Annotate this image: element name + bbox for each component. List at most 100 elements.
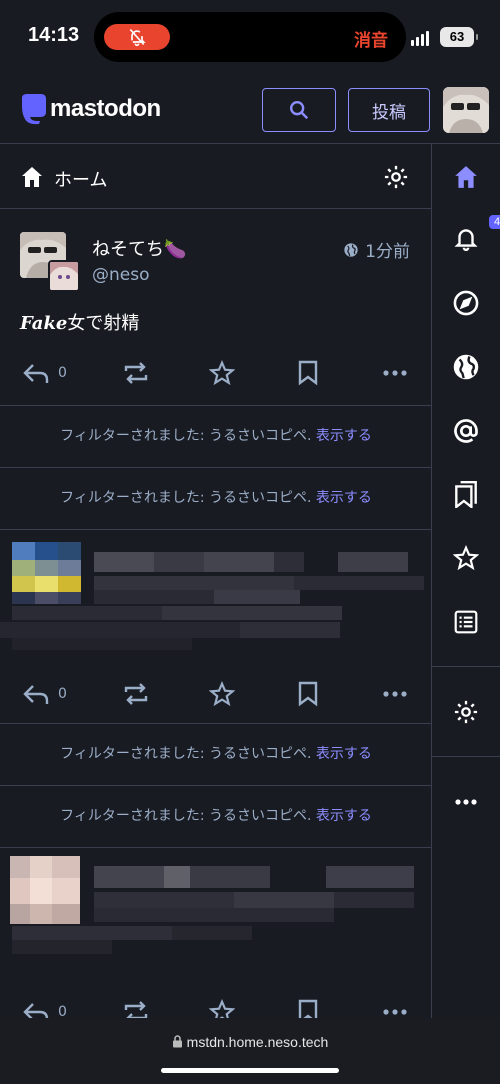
nav-bookmarks[interactable] — [432, 464, 500, 524]
pixelated-status-post[interactable]: 0 — [0, 848, 432, 1018]
column-header: ホーム — [0, 144, 432, 209]
home-icon — [455, 166, 477, 188]
home-indicator[interactable] — [161, 1068, 339, 1073]
side-navigation: 4 — [432, 144, 500, 1018]
filtered-notice: フィルターされました: うるさいコピペ. 表示する — [0, 786, 432, 848]
favourite-button[interactable] — [209, 676, 235, 712]
bookmark-button[interactable] — [297, 676, 319, 712]
reply-icon — [23, 364, 49, 383]
status-action-bar: 0 — [0, 676, 432, 712]
silent-mode-label: 消音 — [354, 31, 388, 51]
author-avatar — [48, 260, 80, 292]
filtered-text: フィルターされました: うるさいコピペ. — [60, 428, 312, 444]
filtered-text: フィルターされました: うるさいコピペ. — [60, 808, 312, 824]
boost-button[interactable] — [122, 994, 150, 1018]
gear-icon — [454, 700, 478, 724]
star-icon — [209, 360, 235, 386]
home-icon — [22, 167, 42, 187]
user-avatar[interactable] — [443, 87, 489, 133]
status-avatar[interactable] — [20, 232, 80, 292]
dynamic-island: 消音 — [94, 12, 406, 62]
favourite-button[interactable] — [209, 994, 235, 1018]
at-icon — [454, 419, 478, 443]
reply-count: 0 — [58, 1004, 67, 1018]
status-content: Fake女で射精 — [20, 309, 139, 335]
show-filtered-link[interactable]: 表示する — [316, 808, 372, 824]
globe-icon — [453, 354, 479, 380]
column-title: ホーム — [54, 170, 108, 191]
reply-button[interactable]: 0 — [22, 676, 67, 712]
globe-icon — [344, 242, 358, 257]
nav-home[interactable] — [432, 147, 500, 207]
nav-lists[interactable] — [432, 592, 500, 652]
filtered-notice: フィルターされました: うるさいコピペ. 表示する — [0, 724, 432, 786]
status-post[interactable]: ねそてち🍆 @neso 1分前 Fake女で射精 0 — [0, 209, 432, 406]
pixelated-content — [0, 542, 424, 650]
clock: 14:13 — [28, 24, 80, 46]
reply-icon — [23, 685, 49, 704]
filtered-notice: フィルターされました: うるさいコピペ. 表示する — [0, 468, 432, 530]
browser-address-bar[interactable]: mstdn.home.neso.tech — [0, 1018, 500, 1084]
bookmark-icon — [298, 681, 318, 707]
nav-notifications[interactable]: 4 — [432, 210, 500, 270]
bookmark-button[interactable] — [297, 355, 319, 391]
nav-more[interactable] — [432, 772, 500, 832]
search-icon — [290, 101, 309, 120]
status-action-bar: 0 — [0, 994, 432, 1018]
more-icon — [455, 799, 477, 805]
notifications-badge: 4 — [489, 215, 500, 229]
status-action-bar: 0 — [0, 355, 432, 391]
home-timeline-column: ホーム ねそてち🍆 @neso 1分前 Fake女で射精 0 フィルターされまし… — [0, 144, 432, 1018]
mastodon-logo-icon — [22, 94, 46, 125]
url-display[interactable]: mstdn.home.neso.tech — [0, 1034, 500, 1050]
nav-favourites[interactable] — [432, 528, 500, 588]
bell-slash-icon — [129, 28, 146, 47]
silent-mode-pill — [104, 24, 170, 50]
boost-button[interactable] — [122, 676, 150, 712]
pixelated-content — [10, 856, 414, 954]
status-timestamp[interactable]: 1分前 — [343, 237, 410, 262]
display-name[interactable]: ねそてち🍆 — [92, 235, 186, 261]
nav-explore[interactable] — [432, 273, 500, 333]
bookmark-icon — [298, 999, 318, 1018]
compass-icon — [453, 290, 479, 316]
nav-federated[interactable] — [432, 337, 500, 397]
lock-icon — [172, 1035, 182, 1048]
more-button[interactable] — [382, 355, 408, 391]
boost-button[interactable] — [122, 355, 150, 391]
signal-icon — [411, 30, 431, 46]
nav-divider — [432, 666, 500, 667]
more-button[interactable] — [382, 676, 408, 712]
nav-mentions[interactable] — [432, 401, 500, 461]
list-icon — [454, 610, 478, 634]
column-settings-icon[interactable] — [382, 163, 410, 191]
reply-button[interactable]: 0 — [22, 355, 67, 391]
mastodon-logo[interactable]: mastodon — [18, 92, 161, 126]
status-content-text: 女で射精 — [67, 313, 140, 334]
reply-button[interactable]: 0 — [22, 994, 67, 1018]
more-icon — [383, 691, 407, 697]
star-icon — [209, 681, 235, 707]
pixelated-status-post[interactable]: 0 — [0, 530, 432, 724]
reply-count: 0 — [58, 365, 67, 381]
more-button[interactable] — [382, 994, 408, 1018]
boost-icon — [124, 1001, 148, 1018]
reply-count: 0 — [58, 686, 67, 702]
bookmark-button[interactable] — [297, 994, 319, 1018]
reply-icon — [23, 1003, 49, 1018]
show-filtered-link[interactable]: 表示する — [316, 746, 372, 762]
search-button[interactable] — [262, 88, 336, 132]
show-filtered-link[interactable]: 表示する — [316, 428, 372, 444]
show-filtered-link[interactable]: 表示する — [316, 490, 372, 506]
star-icon — [209, 999, 235, 1018]
compose-button[interactable]: 投稿 — [348, 88, 430, 132]
filtered-text: フィルターされました: うるさいコピペ. — [60, 746, 312, 762]
account-handle[interactable]: @neso — [92, 265, 150, 285]
bookmark-icon — [298, 360, 318, 386]
filtered-text: フィルターされました: うるさいコピペ. — [60, 490, 312, 506]
nav-preferences[interactable] — [432, 682, 500, 742]
star-icon — [453, 545, 479, 571]
favourite-button[interactable] — [209, 355, 235, 391]
boost-icon — [124, 683, 148, 705]
app-header: mastodon 投稿 — [0, 74, 500, 144]
